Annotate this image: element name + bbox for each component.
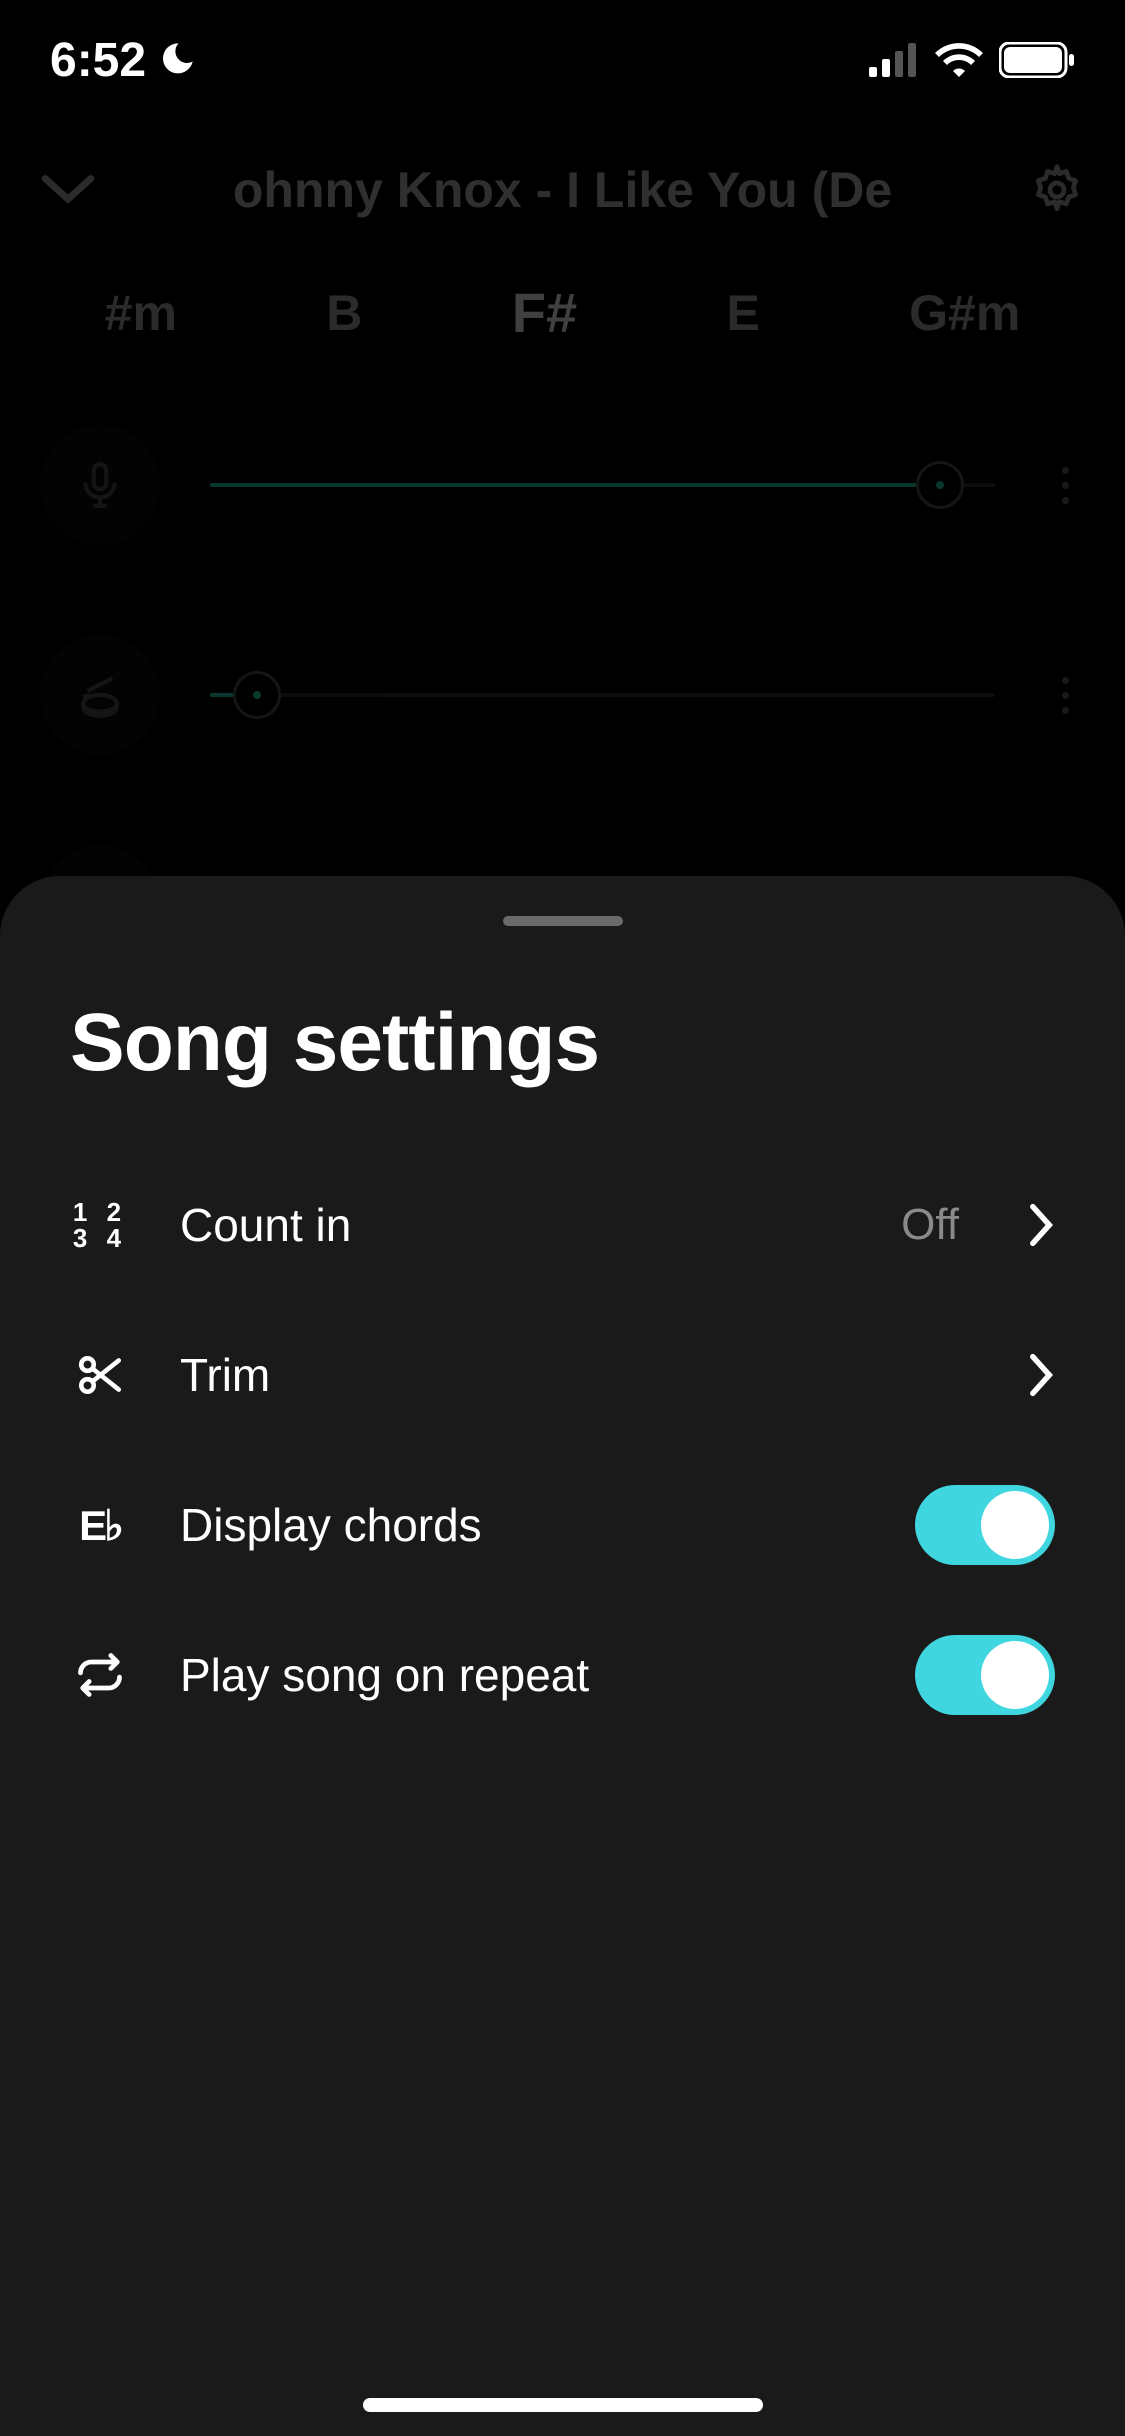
display-chords-label: Display chords	[180, 1498, 865, 1552]
scissors-icon	[70, 1350, 130, 1400]
wifi-icon	[935, 43, 983, 77]
player-header: ohnny Knox - I Like You (De	[0, 120, 1125, 260]
count-in-value: Off	[901, 1200, 959, 1250]
sheet-title: Song settings	[70, 996, 1055, 1090]
track-slider	[210, 483, 995, 487]
status-indicators	[869, 42, 1075, 78]
drums-icon	[40, 635, 160, 755]
gear-icon	[1029, 162, 1085, 218]
display-chords-row: E♭ Display chords	[70, 1450, 1055, 1600]
count-in-icon: 1 23 4	[70, 1199, 130, 1251]
song-settings-sheet: Song settings 1 23 4 Count in Off Trim E…	[0, 876, 1125, 2436]
home-indicator[interactable]	[363, 2398, 763, 2412]
repeat-icon	[70, 1649, 130, 1701]
do-not-disturb-icon	[158, 40, 198, 80]
chord-item: G#m	[909, 284, 1020, 342]
chord-item: B	[326, 284, 362, 342]
trim-row[interactable]: Trim	[70, 1300, 1055, 1450]
repeat-label: Play song on repeat	[180, 1648, 865, 1702]
chord-symbol-icon: E♭	[70, 1501, 130, 1550]
display-chords-toggle[interactable]	[915, 1485, 1055, 1565]
mic-icon	[40, 425, 160, 545]
chevron-right-icon	[1029, 1203, 1055, 1247]
song-title: ohnny Knox - I Like You (De	[126, 161, 999, 219]
collapse-icon	[40, 174, 96, 206]
track-row	[40, 425, 1085, 545]
track-slider	[210, 693, 995, 697]
status-time-area: 6:52	[50, 33, 198, 88]
count-in-row[interactable]: 1 23 4 Count in Off	[70, 1150, 1055, 1300]
track-more-icon	[1045, 467, 1085, 504]
track-row	[40, 635, 1085, 755]
sheet-grabber[interactable]	[503, 916, 623, 926]
battery-icon	[999, 42, 1075, 78]
chord-item-active: F#	[512, 280, 577, 345]
track-more-icon	[1045, 677, 1085, 714]
repeat-row: Play song on repeat	[70, 1600, 1055, 1750]
status-time: 6:52	[50, 33, 146, 88]
chevron-right-icon	[1029, 1353, 1055, 1397]
status-bar: 6:52	[0, 0, 1125, 120]
count-in-label: Count in	[180, 1198, 851, 1252]
chord-item: #m	[105, 284, 177, 342]
chord-item: E	[726, 284, 759, 342]
trim-label: Trim	[180, 1348, 979, 1402]
chord-list: #m B F# E G#m	[0, 260, 1125, 405]
repeat-toggle[interactable]	[915, 1635, 1055, 1715]
cellular-icon	[869, 43, 919, 77]
